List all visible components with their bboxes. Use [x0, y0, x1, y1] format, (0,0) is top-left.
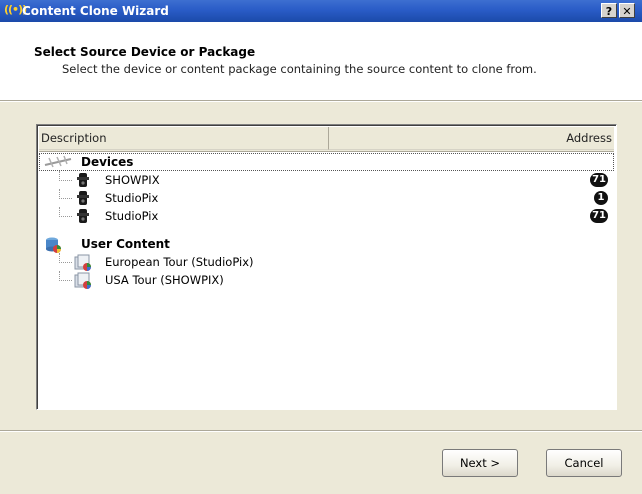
- page-subtitle: Select the device or content package con…: [62, 62, 537, 76]
- footer-divider: [0, 430, 642, 432]
- window-title: Content Clone Wizard: [22, 4, 169, 18]
- device-icon: [76, 208, 90, 229]
- page-title: Select Source Device or Package: [34, 45, 256, 59]
- tree-item-content-package[interactable]: USA Tour (SHOWPIX): [39, 271, 614, 289]
- help-button[interactable]: ?: [601, 3, 617, 18]
- tree-connector: [59, 253, 72, 263]
- cancel-button[interactable]: Cancel: [546, 449, 622, 477]
- device-label: StudioPix: [105, 191, 159, 205]
- tree-connector: [59, 171, 72, 181]
- tree-connector: [59, 207, 72, 217]
- address-badge: 1: [594, 191, 608, 205]
- tree-item-device[interactable]: SHOWPIX 71: [39, 171, 614, 189]
- device-label: StudioPix: [105, 209, 159, 223]
- tree-item-content-package[interactable]: European Tour (StudioPix): [39, 253, 614, 271]
- tree-connector: [59, 271, 72, 281]
- address-badge: 71: [590, 173, 608, 187]
- column-header-description[interactable]: Description: [39, 127, 329, 150]
- tree-group-devices[interactable]: Devices: [39, 153, 614, 171]
- tree-item-device[interactable]: StudioPix 1: [39, 189, 614, 207]
- content-package-label: USA Tour (SHOWPIX): [105, 273, 224, 287]
- tree-group-label: Devices: [81, 155, 134, 169]
- close-button[interactable]: ✕: [619, 3, 635, 18]
- device-label: SHOWPIX: [105, 173, 160, 187]
- tree-item-device[interactable]: StudioPix 71: [39, 207, 614, 225]
- column-header-row: Description Address: [39, 127, 614, 152]
- header-divider: [0, 100, 642, 102]
- column-header-address[interactable]: Address: [329, 127, 614, 150]
- source-tree-list[interactable]: Description Address Devices SHOWPIX 71 S…: [36, 124, 617, 410]
- content-clone-wizard-window: ((•)) Content Clone Wizard ? ✕ Select So…: [0, 0, 642, 494]
- title-bar[interactable]: ((•)) Content Clone Wizard ? ✕: [0, 0, 642, 22]
- tree-group-label: User Content: [81, 237, 170, 251]
- content-package-icon: [73, 272, 93, 295]
- next-button[interactable]: Next >: [442, 449, 518, 477]
- wizard-header: Select Source Device or Package Select t…: [0, 22, 642, 100]
- content-package-label: European Tour (StudioPix): [105, 255, 254, 269]
- tree-connector: [59, 189, 72, 199]
- tree-group-user-content[interactable]: User Content: [39, 235, 614, 253]
- address-badge: 71: [590, 209, 608, 223]
